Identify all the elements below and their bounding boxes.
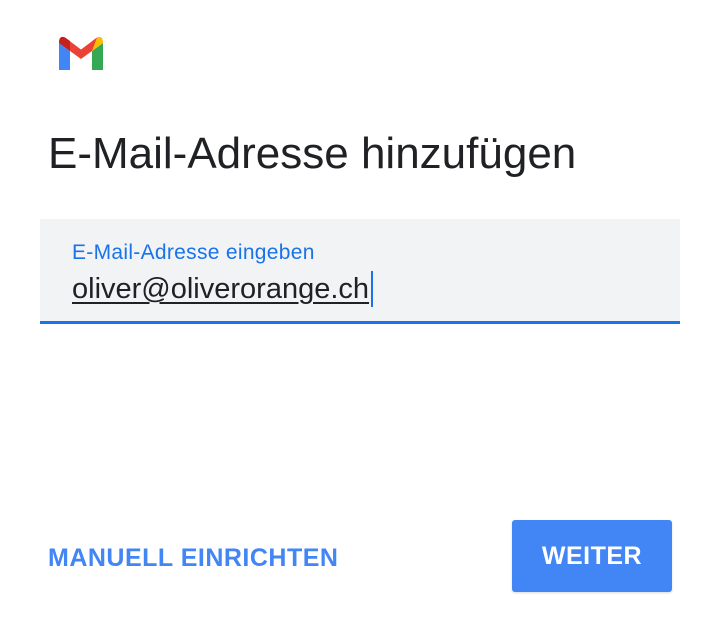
gmail-icon — [56, 34, 106, 74]
page-title: E-Mail-Adresse hinzufügen — [48, 129, 577, 178]
email-field-label: E-Mail-Adresse eingeben — [72, 241, 315, 264]
email-input-value: oliver@oliverorange.ch — [72, 272, 370, 305]
text-cursor — [371, 271, 374, 307]
email-field[interactable]: E-Mail-Adresse eingeben oliver@oliverora… — [40, 219, 680, 324]
email-input[interactable]: oliver@oliverorange.ch — [72, 269, 374, 309]
next-button[interactable]: WEITER — [512, 520, 672, 592]
manual-setup-button[interactable]: MANUELL EINRICHTEN — [48, 540, 338, 576]
